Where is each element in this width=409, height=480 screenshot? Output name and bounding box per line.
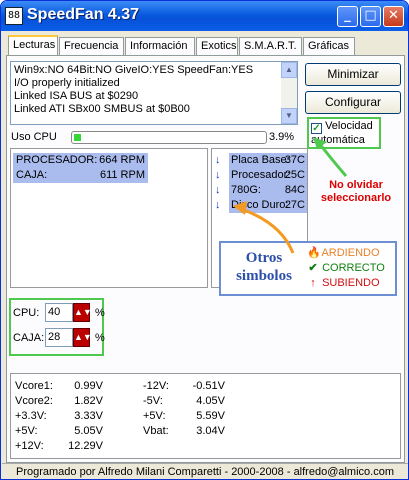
green-arrow <box>317 142 348 177</box>
speedfan-window: 88 SpeedFan 4.37 _ □ ✕ Lecturas Frecuenc… <box>0 0 409 480</box>
orange-arrowhead <box>233 201 247 215</box>
orange-arrow <box>240 207 295 254</box>
annotation-arrows <box>233 137 348 254</box>
green-arrowhead <box>313 137 327 149</box>
